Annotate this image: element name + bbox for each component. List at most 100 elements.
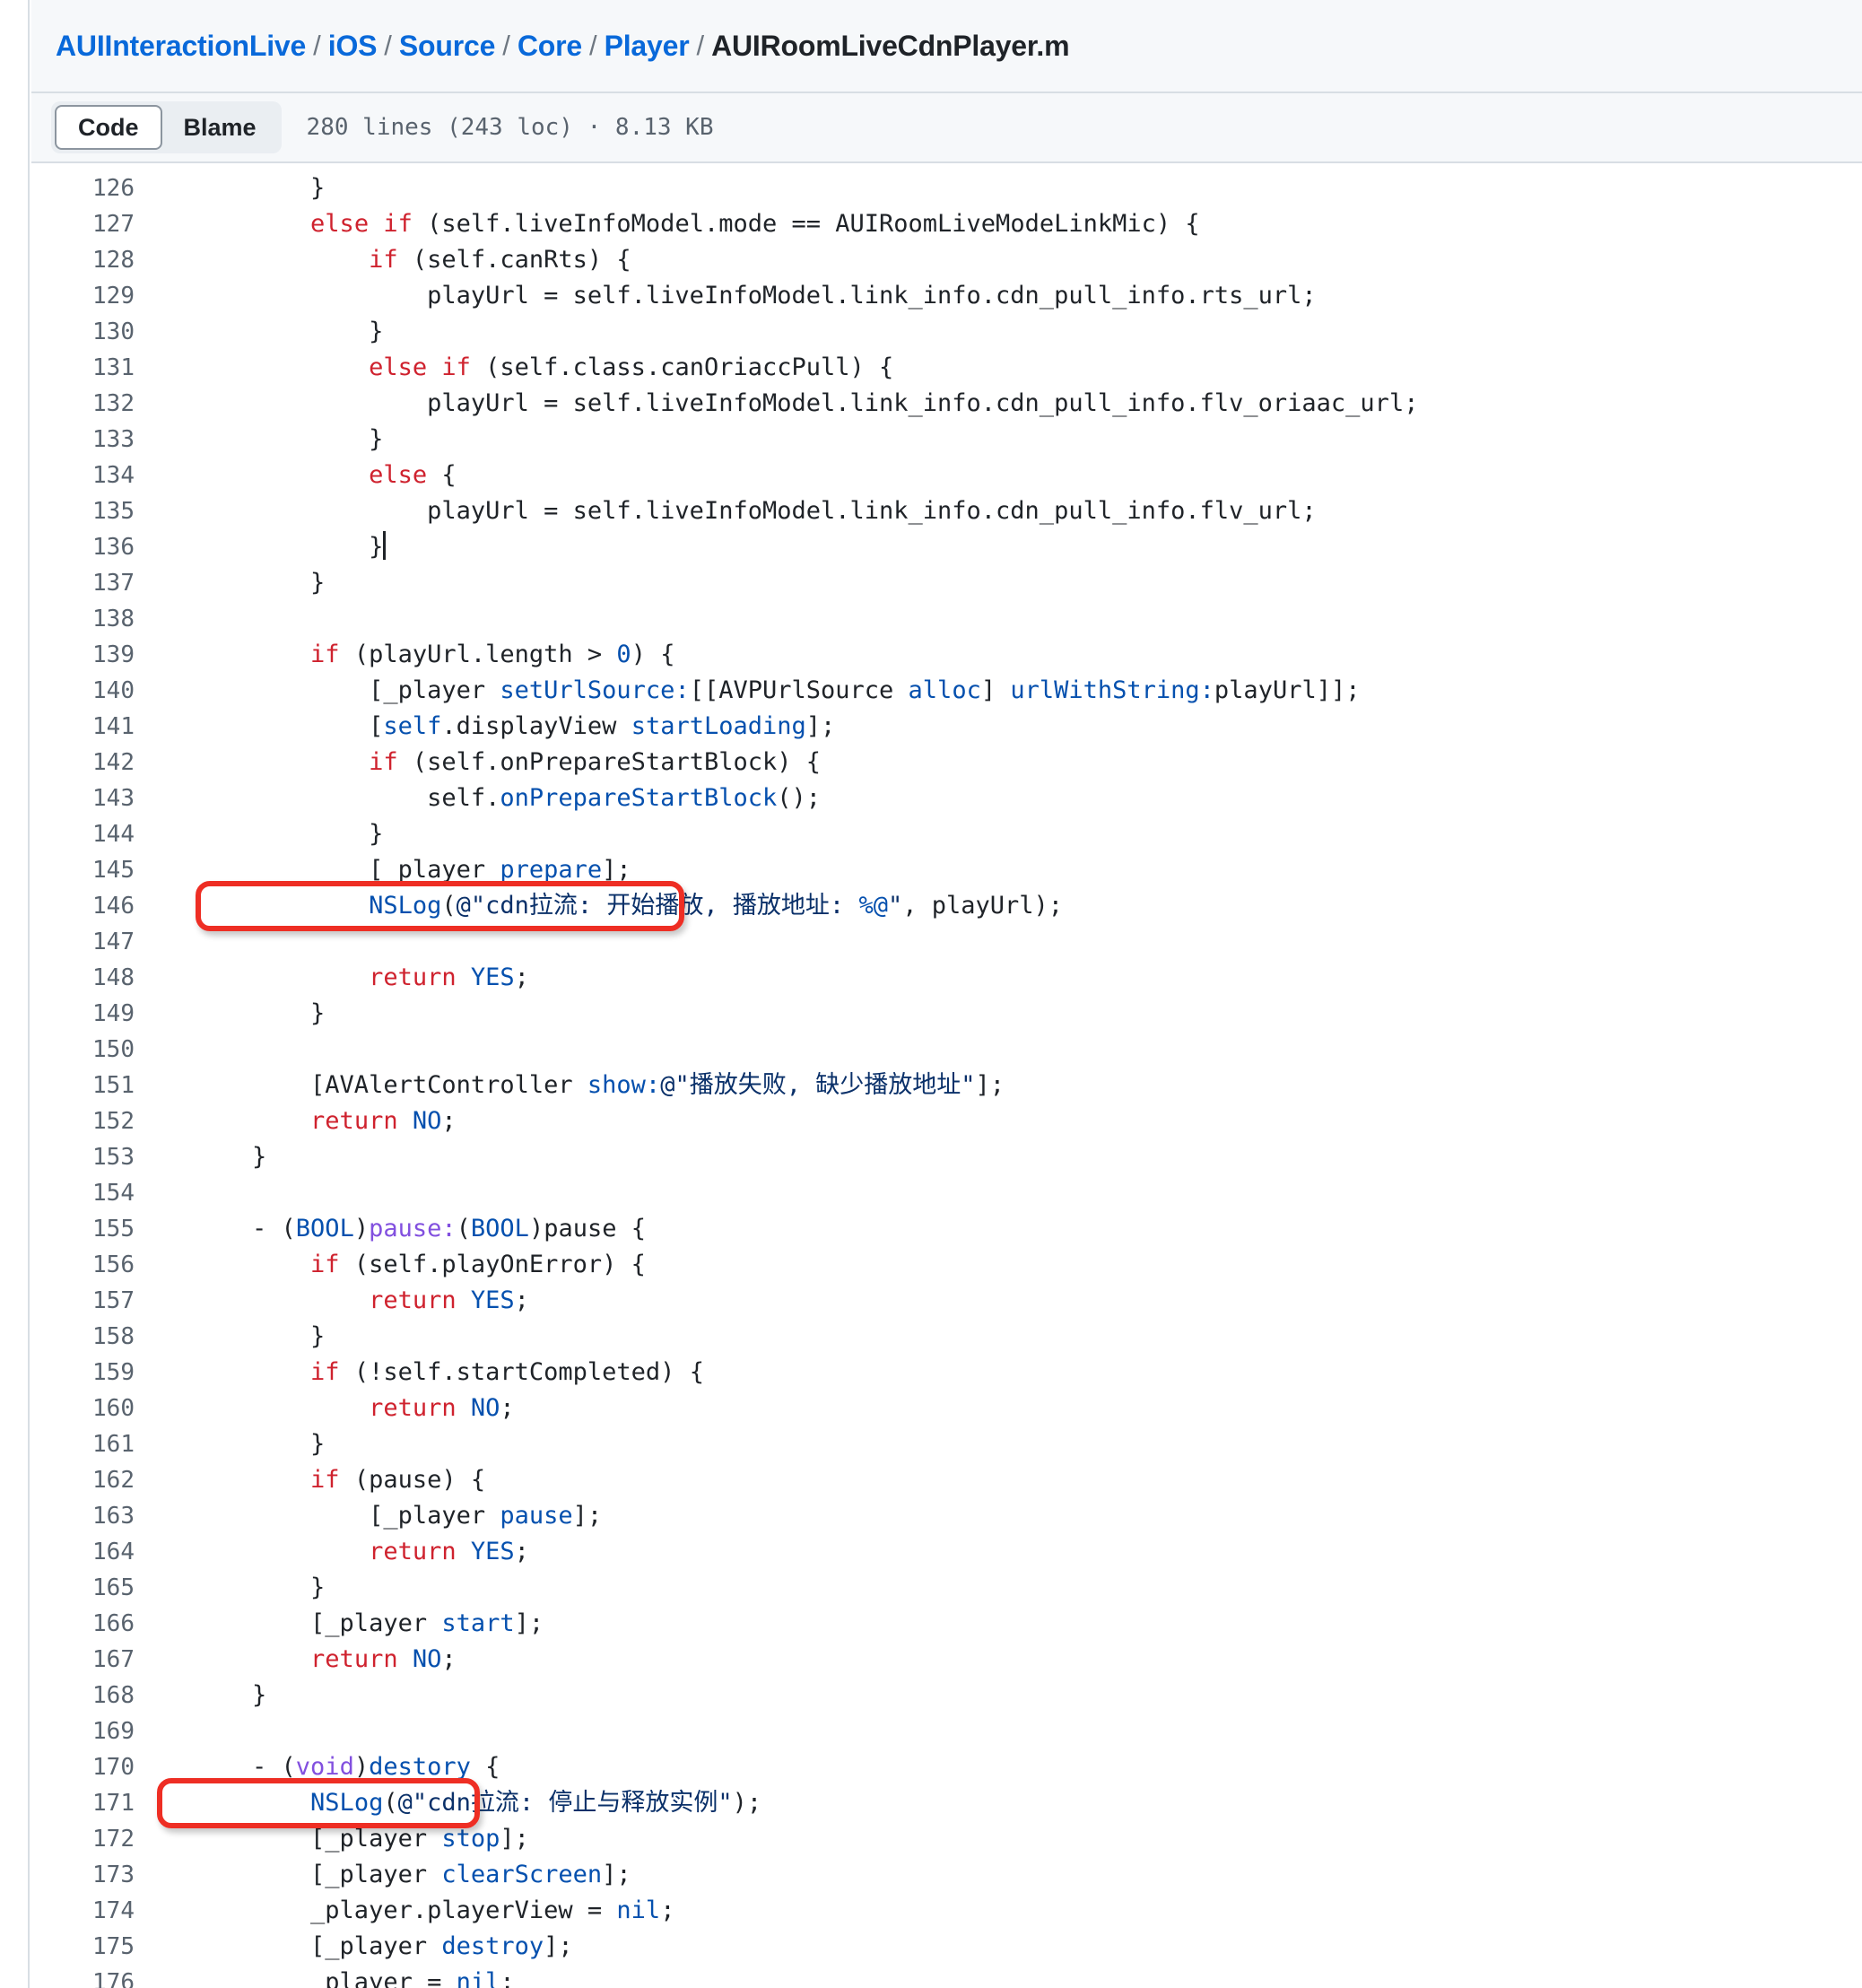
code-text[interactable]: if (!self.startCompleted) { — [135, 1355, 704, 1391]
code-text[interactable]: } — [135, 314, 383, 350]
line-number[interactable]: 159 — [31, 1355, 135, 1391]
code-line[interactable]: 136 } — [31, 529, 1862, 565]
line-number[interactable]: 133 — [31, 422, 135, 458]
code-line[interactable]: 152 return NO; — [31, 1103, 1862, 1139]
line-number[interactable]: 152 — [31, 1103, 135, 1139]
code-text[interactable]: [_player setUrlSource:[[AVPUrlSource all… — [135, 673, 1360, 709]
line-number[interactable]: 165 — [31, 1570, 135, 1606]
code-text[interactable]: if (pause) { — [135, 1462, 485, 1498]
code-line[interactable]: 165 } — [31, 1570, 1862, 1606]
code-text[interactable]: [AVAlertController show:@"播放失败, 缺少播放地址"]… — [135, 1068, 1005, 1103]
code-line[interactable]: 167 return NO; — [31, 1642, 1862, 1678]
tab-blame[interactable]: Blame — [162, 105, 278, 150]
code-text[interactable]: if (self.onPrepareStartBlock) { — [135, 745, 821, 780]
line-number[interactable]: 153 — [31, 1139, 135, 1175]
code-text[interactable]: } — [135, 1426, 325, 1462]
line-number[interactable]: 156 — [31, 1247, 135, 1283]
line-number[interactable]: 129 — [31, 278, 135, 314]
code-text[interactable]: return NO; — [135, 1642, 457, 1678]
code-line[interactable]: 169 — [31, 1713, 1862, 1749]
line-number[interactable]: 168 — [31, 1678, 135, 1713]
code-line[interactable]: 144 } — [31, 816, 1862, 852]
line-number[interactable]: 161 — [31, 1426, 135, 1462]
line-number[interactable]: 134 — [31, 458, 135, 493]
code-text[interactable]: if (self.playOnError) { — [135, 1247, 646, 1283]
code-text[interactable]: } — [135, 1570, 325, 1606]
line-number[interactable]: 147 — [31, 924, 135, 960]
line-number[interactable]: 176 — [31, 1965, 135, 1988]
code-line[interactable]: 133 } — [31, 422, 1862, 458]
line-number[interactable]: 145 — [31, 852, 135, 888]
code-line[interactable]: 162 if (pause) { — [31, 1462, 1862, 1498]
line-number[interactable]: 139 — [31, 637, 135, 673]
line-number[interactable]: 162 — [31, 1462, 135, 1498]
code-text[interactable]: else { — [135, 458, 457, 493]
code-text[interactable]: return YES; — [135, 1534, 529, 1570]
code-line[interactable]: 159 if (!self.startCompleted) { — [31, 1355, 1862, 1391]
line-number[interactable]: 142 — [31, 745, 135, 780]
line-number[interactable]: 143 — [31, 780, 135, 816]
line-number[interactable]: 126 — [31, 170, 135, 206]
line-number[interactable]: 174 — [31, 1893, 135, 1929]
line-number[interactable]: 175 — [31, 1929, 135, 1965]
line-number[interactable]: 150 — [31, 1032, 135, 1068]
line-number[interactable]: 158 — [31, 1319, 135, 1355]
line-number[interactable]: 141 — [31, 709, 135, 745]
code-line[interactable]: 129 playUrl = self.liveInfoModel.link_in… — [31, 278, 1862, 314]
line-number[interactable]: 163 — [31, 1498, 135, 1534]
code-line[interactable]: 153 } — [31, 1139, 1862, 1175]
code-line[interactable]: 146 NSLog(@"cdn拉流: 开始播放, 播放地址: %@", play… — [31, 888, 1862, 924]
code-text[interactable]: self.onPrepareStartBlock(); — [135, 780, 821, 816]
code-line[interactable]: 126 } — [31, 170, 1862, 206]
code-line[interactable]: 134 else { — [31, 458, 1862, 493]
line-number[interactable]: 144 — [31, 816, 135, 852]
code-text[interactable]: return YES; — [135, 1283, 529, 1319]
code-line[interactable]: 149 } — [31, 996, 1862, 1032]
code-line[interactable]: 168 } — [31, 1678, 1862, 1713]
code-line[interactable]: 138 — [31, 601, 1862, 637]
code-line[interactable]: 147 — [31, 924, 1862, 960]
line-number[interactable]: 138 — [31, 601, 135, 637]
code-line[interactable]: 176 _player = nil; — [31, 1965, 1862, 1988]
code-text[interactable]: else if (self.liveInfoModel.mode == AUIR… — [135, 206, 1200, 242]
code-text[interactable]: NSLog(@"cdn拉流: 停止与释放实例"); — [135, 1785, 761, 1821]
code-line[interactable]: 170 - (void)destory { — [31, 1749, 1862, 1785]
line-number[interactable]: 171 — [31, 1785, 135, 1821]
code-line[interactable]: 148 return YES; — [31, 960, 1862, 996]
line-number[interactable]: 136 — [31, 529, 135, 565]
line-number[interactable]: 157 — [31, 1283, 135, 1319]
breadcrumb-item-player[interactable]: Player — [605, 30, 690, 63]
line-number[interactable]: 151 — [31, 1068, 135, 1103]
line-number[interactable]: 135 — [31, 493, 135, 529]
code-text[interactable]: - (BOOL)pause:(BOOL)pause { — [135, 1211, 646, 1247]
code-text[interactable]: if (self.canRts) { — [135, 242, 631, 278]
code-line[interactable]: 161 } — [31, 1426, 1862, 1462]
code-text[interactable]: } — [135, 1139, 266, 1175]
tab-code[interactable]: Code — [55, 105, 162, 150]
code-text[interactable]: } — [135, 1678, 266, 1713]
code-text[interactable]: [_player pause]; — [135, 1498, 602, 1534]
code-text[interactable]: NSLog(@"cdn拉流: 开始播放, 播放地址: %@", playUrl)… — [135, 888, 1063, 924]
code-line[interactable]: 156 if (self.playOnError) { — [31, 1247, 1862, 1283]
code-line[interactable]: 130 } — [31, 314, 1862, 350]
code-line[interactable]: 164 return YES; — [31, 1534, 1862, 1570]
line-number[interactable]: 167 — [31, 1642, 135, 1678]
line-number[interactable]: 132 — [31, 386, 135, 422]
code-text[interactable]: return NO; — [135, 1103, 457, 1139]
code-line[interactable]: 150 — [31, 1032, 1862, 1068]
line-number[interactable]: 128 — [31, 242, 135, 278]
code-line[interactable]: 157 return YES; — [31, 1283, 1862, 1319]
code-text[interactable]: } — [135, 816, 383, 852]
breadcrumb-item-core[interactable]: Core — [518, 30, 582, 63]
code-text[interactable]: [_player destroy]; — [135, 1929, 573, 1965]
code-text[interactable]: - (void)destory { — [135, 1749, 500, 1785]
line-number[interactable]: 149 — [31, 996, 135, 1032]
code-text[interactable]: playUrl = self.liveInfoModel.link_info.c… — [135, 493, 1317, 529]
line-number[interactable]: 146 — [31, 888, 135, 924]
code-text[interactable]: } — [135, 565, 325, 601]
line-number[interactable]: 130 — [31, 314, 135, 350]
code-line[interactable]: 128 if (self.canRts) { — [31, 242, 1862, 278]
code-line[interactable]: 154 — [31, 1175, 1862, 1211]
code-line[interactable]: 132 playUrl = self.liveInfoModel.link_in… — [31, 386, 1862, 422]
code-line[interactable]: 160 return NO; — [31, 1391, 1862, 1426]
